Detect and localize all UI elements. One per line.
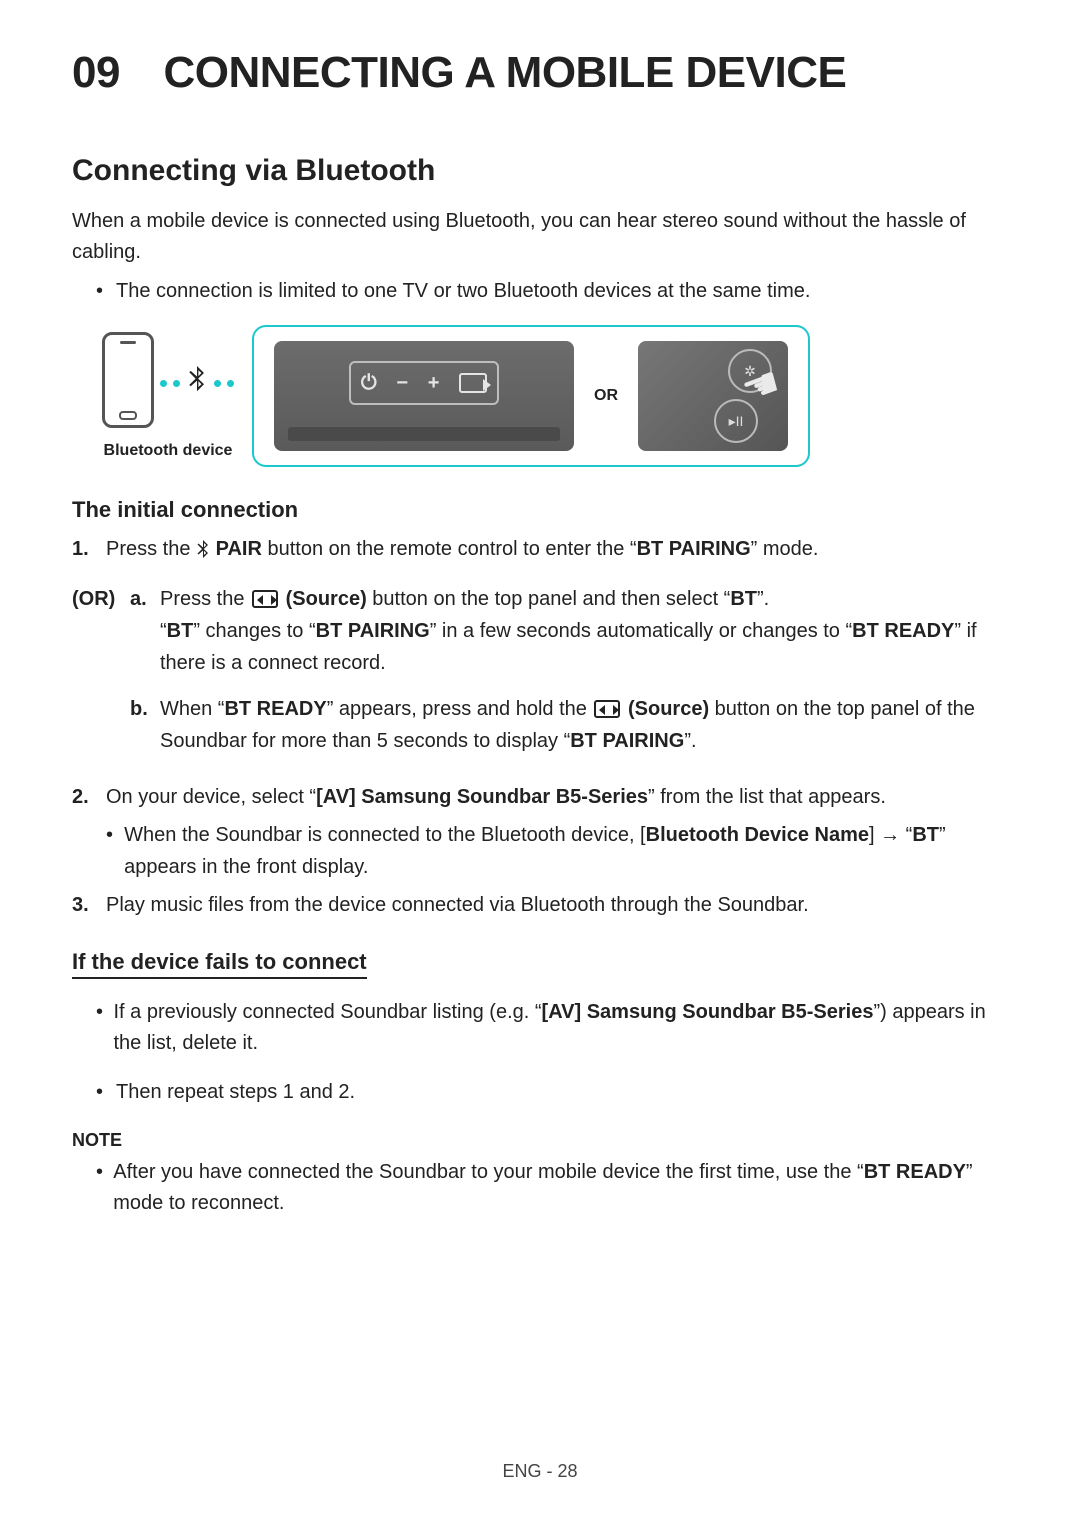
note-heading: NOTE (72, 1130, 1008, 1151)
step-1a-text: Press the (Source) button on the top pan… (160, 583, 1008, 679)
step-1-text: Press the PAIR button on the remote cont… (106, 533, 818, 565)
step-3-text: Play music files from the device connect… (106, 889, 809, 921)
page-title: 09 CONNECTING A MOBILE DEVICE (72, 48, 1008, 98)
phone-column: Bluetooth device (102, 332, 234, 460)
initial-heading: The initial connection (72, 497, 1008, 523)
soundbar-top-icon: ⏻ − + (274, 341, 574, 451)
bullet-dot: • (96, 1157, 113, 1219)
step-1b: b. When “BT READY” appears, press and ho… (130, 693, 1008, 757)
bluetooth-signal-icon (160, 366, 234, 401)
page-footer: ENG - 28 (0, 1461, 1080, 1482)
fail-bullet-2-text: Then repeat steps 1 and 2. (116, 1077, 355, 1108)
source-icon (252, 590, 278, 608)
sub-letter: b. (130, 693, 160, 757)
step-number: 2. (72, 781, 106, 813)
intro-text: When a mobile device is connected using … (72, 206, 1008, 268)
fail-bullet-2: • Then repeat steps 1 and 2. (96, 1077, 1008, 1108)
source-icon (594, 700, 620, 718)
note-bullet-1-text: After you have connected the Soundbar to… (113, 1157, 1008, 1219)
bullet-dot: • (106, 819, 124, 883)
minus-icon: − (396, 372, 408, 395)
step-1: 1. Press the PAIR button on the remote c… (72, 533, 1008, 565)
limit-bullet: • The connection is limited to one TV or… (96, 276, 1008, 307)
diagram: Bluetooth device ⏻ − + OR ✲ ▸II ☚ (102, 325, 1008, 467)
power-icon: ⏻ (361, 372, 377, 395)
bluetooth-icon (196, 540, 210, 560)
step-3: 3. Play music files from the device conn… (72, 889, 1008, 921)
phone-icon (102, 332, 154, 428)
bullet-dot: • (96, 276, 116, 307)
section-heading: Connecting via Bluetooth (72, 154, 1008, 188)
fail-heading: If the device fails to connect (72, 949, 367, 979)
soundbar-panel: ⏻ − + (349, 361, 499, 405)
step-2: 2. On your device, select “[AV] Samsung … (72, 781, 1008, 813)
step-1b-text: When “BT READY” appears, press and hold … (160, 693, 1008, 757)
note-bullet-1: • After you have connected the Soundbar … (96, 1157, 1008, 1219)
fail-bullet-1: • If a previously connected Soundbar lis… (96, 997, 1008, 1059)
sub-letter: a. (130, 583, 160, 679)
step-2-bullet: • When the Soundbar is connected to the … (106, 819, 1008, 883)
or-label: OR (594, 387, 618, 405)
step-2-bullet-text: When the Soundbar is connected to the Bl… (124, 819, 1008, 883)
touchpad-icon: ✲ ▸II ☚ (638, 341, 788, 451)
step-2-text: On your device, select “[AV] Samsung Sou… (106, 781, 886, 813)
step-1a: a. Press the (Source) button on the top … (130, 583, 1008, 679)
bluetooth-icon (188, 366, 206, 401)
bullet-dot: • (96, 1077, 116, 1108)
step-number: 1. (72, 533, 106, 565)
fail-bullet-1-text: If a previously connected Soundbar listi… (114, 997, 1009, 1059)
or-block: (OR) a. Press the (Source) button on the… (72, 583, 1008, 771)
bullet-dot: • (96, 997, 114, 1059)
soundbar-frame: ⏻ − + OR ✲ ▸II ☚ (252, 325, 810, 467)
step-number: 3. (72, 889, 106, 921)
plus-icon: + (428, 372, 440, 395)
or-label-inline: (OR) (72, 583, 130, 771)
phone-label: Bluetooth device (102, 442, 234, 460)
source-icon (459, 373, 487, 393)
limit-text: The connection is limited to one TV or t… (116, 276, 810, 307)
